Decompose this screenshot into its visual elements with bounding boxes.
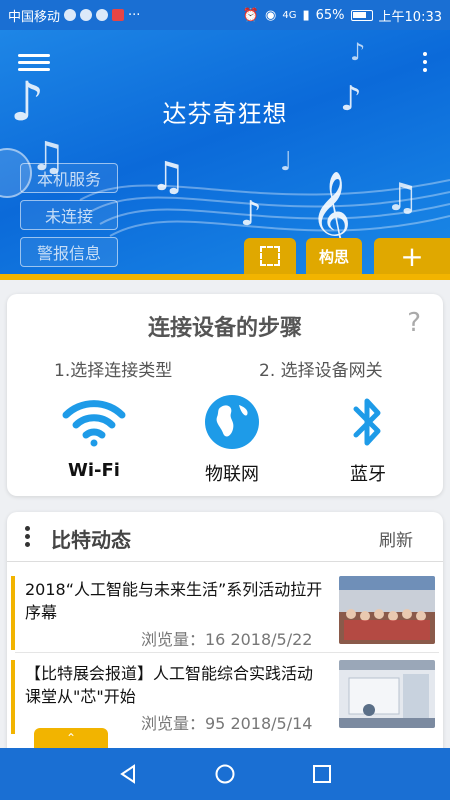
news-item-accent	[11, 576, 15, 650]
mail-icon	[112, 9, 125, 21]
clock: 上午10:33	[378, 9, 442, 25]
status-bar: 中国移动 ··· ⏰ ◉ 4G ▮ 65% 上午10:33	[0, 0, 450, 30]
carrier-label: 中国移动	[8, 9, 61, 25]
bluetooth-option[interactable]: 蓝牙	[313, 392, 423, 486]
recents-button[interactable]	[302, 754, 342, 794]
battery-icon	[350, 9, 373, 21]
scan-button[interactable]	[244, 238, 296, 274]
alarm-info-button[interactable]: 警报信息	[20, 237, 118, 267]
bluetooth-icon	[353, 398, 381, 446]
header-banner: ♪ ♫ ♫ ♪ 𝄞 ♪ ♫ ♩ ♪ 达芬奇狂想 本机服务 未连接 警报信息 构思…	[0, 30, 450, 280]
news-item-accent	[11, 660, 15, 734]
refresh-button[interactable]: 刷新	[379, 526, 413, 551]
signal-icon: ▮	[302, 7, 310, 23]
svg-text:♩: ♩	[280, 147, 292, 177]
back-button[interactable]	[108, 754, 148, 794]
news-header: 比特动态 刷新	[7, 512, 443, 562]
news-item-title: 【比特展会报道】人工智能综合实践活动课堂从"芯"开始	[25, 664, 314, 706]
back-icon	[120, 764, 136, 784]
idea-tab[interactable]: 构思	[306, 238, 362, 274]
bluetooth-label: 蓝牙	[350, 464, 386, 485]
send-icon	[96, 9, 109, 21]
news-title: 比特动态	[51, 528, 131, 552]
news-thumbnail	[339, 576, 435, 644]
svg-text:♪: ♪	[350, 38, 365, 66]
help-icon[interactable]: ?	[407, 308, 421, 338]
network-label: 4G	[282, 9, 297, 21]
connection-steps-card: 连接设备的步骤 ? 1.选择连接类型 2. 选择设备网关 Wi-Fi 物联网 蓝…	[7, 294, 443, 496]
more-notifications-icon: ···	[128, 7, 141, 23]
add-button[interactable]: +	[374, 238, 450, 274]
wifi-label: Wi-Fi	[68, 460, 120, 481]
collapse-toggle[interactable]: ⌃	[34, 728, 108, 748]
local-service-button[interactable]: 本机服务	[20, 163, 118, 193]
iot-option[interactable]: 物联网	[177, 392, 287, 486]
news-item-title: 2018“人工智能与未来生活”系列活动拉开序幕	[25, 580, 323, 622]
system-nav-bar	[0, 748, 450, 800]
chevron-up-icon: ⌃	[65, 731, 77, 745]
steps-title: 连接设备的步骤	[147, 316, 302, 341]
step-two-label: 2. 选择设备网关	[259, 361, 383, 381]
news-thumbnail	[339, 660, 435, 728]
scan-icon	[260, 246, 280, 266]
alarm-icon: ⏰	[242, 7, 259, 23]
home-button[interactable]	[205, 754, 245, 794]
svg-text:♫: ♫	[150, 154, 186, 200]
connection-status-button[interactable]: 未连接	[20, 200, 118, 230]
wechat-icon	[64, 9, 77, 21]
svg-text:♫: ♫	[385, 175, 419, 219]
app-title: 达芬奇狂想	[162, 100, 288, 128]
message-icon	[80, 9, 93, 21]
menu-button[interactable]	[18, 50, 50, 76]
news-item[interactable]: 2018“人工智能与未来生活”系列活动拉开序幕 浏览量：16 2018/5/22	[11, 570, 439, 656]
wifi-icon	[62, 400, 126, 447]
battery-percent: 65%	[315, 7, 345, 23]
iot-label: 物联网	[205, 464, 259, 485]
news-item-meta: 浏览量：16 2018/5/22	[141, 630, 313, 649]
news-item-meta: 浏览量：95 2018/5/14	[141, 714, 313, 733]
eye-icon: ◉	[265, 7, 277, 23]
svg-text:♪: ♪	[240, 194, 262, 234]
wifi-option[interactable]: Wi-Fi	[39, 392, 149, 481]
step-one-label: 1.选择连接类型	[54, 361, 173, 381]
news-menu-icon[interactable]	[25, 526, 31, 547]
overflow-menu-button[interactable]	[420, 52, 430, 78]
home-icon	[215, 764, 235, 784]
globe-icon	[205, 395, 259, 449]
news-card: 比特动态 刷新 2018“人工智能与未来生活”系列活动拉开序幕 浏览量：16 2…	[7, 512, 443, 752]
recents-icon	[312, 765, 331, 783]
